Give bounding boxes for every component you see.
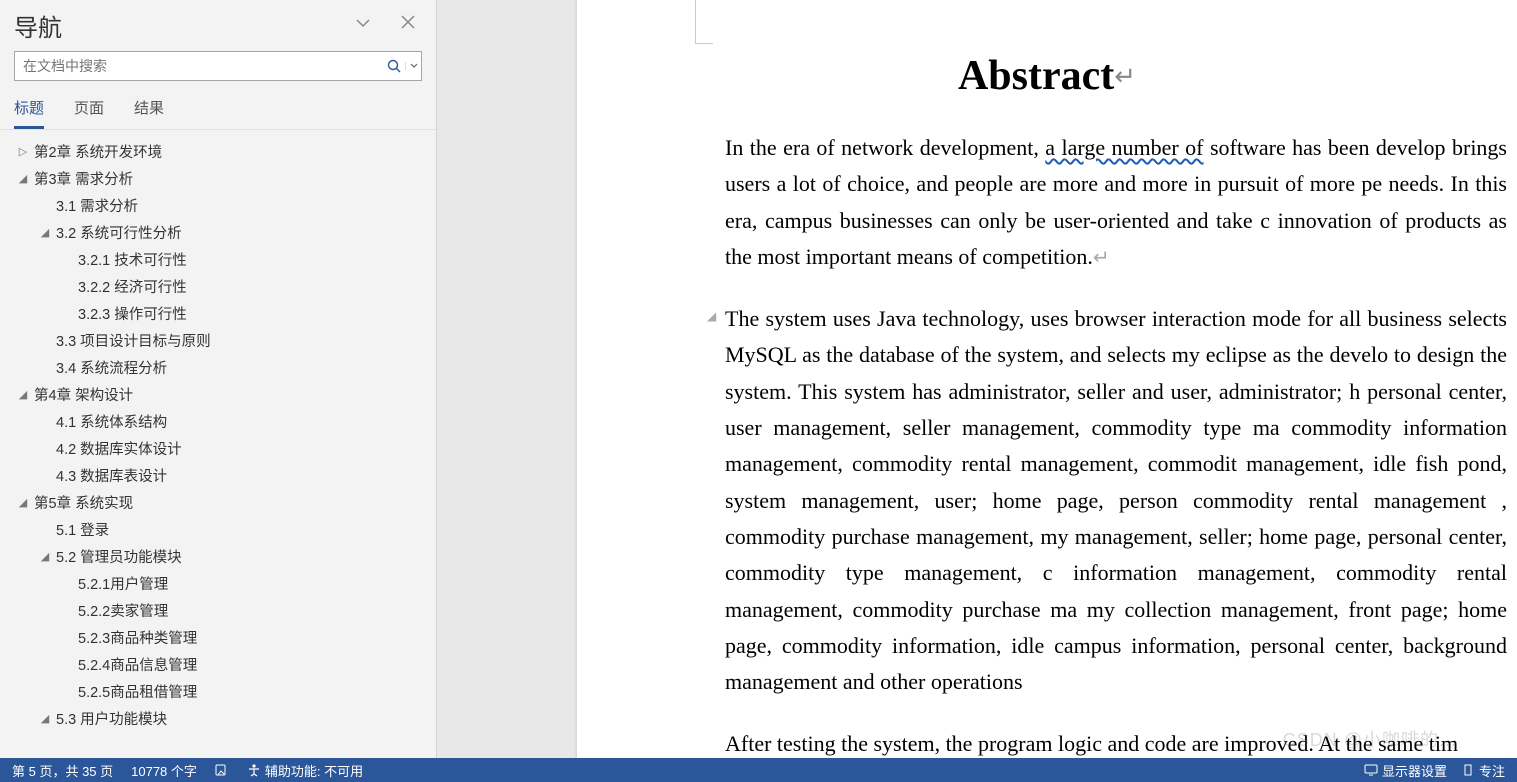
outline-item-label: 5.1 登录	[56, 519, 109, 540]
outline-item-label: 5.2.4商品信息管理	[78, 654, 197, 675]
tab-results[interactable]: 结果	[134, 97, 164, 129]
outline-item[interactable]: 3.1 需求分析	[6, 192, 436, 219]
outline-item[interactable]: 4.1 系统体系结构	[6, 408, 436, 435]
outline-item[interactable]: 5.1 登录	[6, 516, 436, 543]
outline-caret-icon: ◢	[707, 307, 716, 327]
word-count[interactable]: 10778 个字	[131, 761, 197, 780]
outline-item[interactable]: 5.2.2卖家管理	[6, 597, 436, 624]
caret-down-icon[interactable]: ◢	[38, 712, 52, 726]
paragraph-mark-icon: ↵	[1093, 247, 1110, 269]
status-bar: 第 5 页，共 35 页 10778 个字 辅助功能: 不可用 显示器设置 专注	[0, 758, 1517, 782]
outline-item[interactable]: ◢ 3.2 系统可行性分析	[6, 219, 436, 246]
outline-item-label: 5.2.2卖家管理	[78, 600, 168, 621]
outline-item-label: 3.1 需求分析	[56, 195, 138, 216]
paragraph: In the era of network development, a lar…	[725, 130, 1507, 275]
chevron-down-icon[interactable]	[354, 14, 372, 37]
focus-mode[interactable]: 专注	[1461, 761, 1505, 780]
outline-item[interactable]: 3.3 项目设计目标与原则	[6, 327, 436, 354]
outline-item[interactable]: 4.2 数据库实体设计	[6, 435, 436, 462]
caret-down-icon[interactable]: ◢	[38, 550, 52, 564]
outline-item-label: 3.2 系统可行性分析	[56, 222, 182, 243]
outline-item[interactable]: 5.2.5商品租借管理	[6, 678, 436, 705]
outline-item[interactable]: ◢ 第4章 架构设计	[6, 381, 436, 408]
outline-item-label: 4.2 数据库实体设计	[56, 438, 182, 459]
outline-item[interactable]: 3.2.1 技术可行性	[6, 246, 436, 273]
outline-item[interactable]: ◢ 第3章 需求分析	[6, 165, 436, 192]
outline-item[interactable]: 5.2.1用户管理	[6, 570, 436, 597]
search-input[interactable]	[15, 54, 383, 78]
outline-item-label: 4.3 数据库表设计	[56, 465, 167, 486]
outline-item-label: 5.2 管理员功能模块	[56, 546, 182, 567]
search-icon[interactable]	[383, 59, 405, 73]
display-settings[interactable]: 显示器设置	[1364, 761, 1447, 780]
outline-item-label: 第2章 系统开发环境	[34, 141, 162, 162]
outline-item[interactable]: ▷ 第2章 系统开发环境	[6, 138, 436, 165]
watermark: CSDN @小咖啡的...	[1283, 726, 1457, 752]
search-dropdown-icon[interactable]	[405, 62, 421, 70]
outline-item-label: 第3章 需求分析	[34, 168, 133, 189]
nav-title: 导航	[14, 8, 62, 43]
caret-down-icon[interactable]: ◢	[16, 172, 30, 186]
document-page: Abstract↵ In the era of network developm…	[577, 0, 1517, 782]
nav-tabs: 标题 页面 结果	[0, 91, 436, 130]
outline-item[interactable]: 5.2.4商品信息管理	[6, 651, 436, 678]
outline-item-label: 第5章 系统实现	[34, 492, 133, 513]
page-indicator[interactable]: 第 5 页，共 35 页	[12, 761, 113, 780]
caret-right-icon[interactable]: ▷	[16, 145, 30, 159]
outline-item-label: 5.3 用户功能模块	[56, 708, 167, 729]
grammar-underline[interactable]: a large number of	[1045, 135, 1203, 160]
outline-tree: ▷ 第2章 系统开发环境 ◢ 第3章 需求分析 3.1 需求分析 ◢ 3.2 系统可行性分析…	[0, 130, 436, 782]
outline-item-label: 3.4 系统流程分析	[56, 357, 167, 378]
outline-item[interactable]: 5.2.3商品种类管理	[6, 624, 436, 651]
heading-abstract: Abstract↵	[587, 0, 1507, 130]
document-area[interactable]: Abstract↵ In the era of network developm…	[437, 0, 1517, 782]
outline-item-label: 3.2.2 经济可行性	[78, 276, 187, 297]
outline-item[interactable]: 3.2.2 经济可行性	[6, 273, 436, 300]
close-icon[interactable]	[400, 14, 416, 37]
navigation-pane: 导航 标题 页面 结果 ▷ 第2章 系统开发环境 ◢ 第3章 需求分析 3.1 需求分析…	[0, 0, 437, 782]
accessibility-status[interactable]: 辅助功能: 不可用	[247, 761, 363, 780]
outline-item-label: 5.2.5商品租借管理	[78, 681, 197, 702]
spellcheck-icon[interactable]	[215, 763, 229, 777]
outline-item[interactable]: ◢ 5.3 用户功能模块	[6, 705, 436, 732]
caret-down-icon[interactable]: ◢	[16, 496, 30, 510]
search-box	[14, 51, 422, 81]
caret-down-icon[interactable]: ◢	[38, 226, 52, 240]
outline-item[interactable]: 3.4 系统流程分析	[6, 354, 436, 381]
outline-item[interactable]: 3.2.3 操作可行性	[6, 300, 436, 327]
outline-item-label: 5.2.3商品种类管理	[78, 627, 197, 648]
outline-item[interactable]: ◢ 5.2 管理员功能模块	[6, 543, 436, 570]
paragraph-mark-icon: ↵	[1114, 62, 1136, 91]
outline-item-label: 5.2.1用户管理	[78, 573, 168, 594]
nav-header: 导航	[0, 0, 436, 51]
tab-pages[interactable]: 页面	[74, 97, 104, 129]
tab-headings[interactable]: 标题	[14, 97, 44, 129]
caret-down-icon[interactable]: ◢	[16, 388, 30, 402]
outline-item-label: 第4章 架构设计	[34, 384, 133, 405]
outline-item-label: 3.3 项目设计目标与原则	[56, 330, 211, 351]
outline-item-label: 4.1 系统体系结构	[56, 411, 167, 432]
outline-item[interactable]: ◢ 第5章 系统实现	[6, 489, 436, 516]
paragraph: ◢ The system uses Java technology, uses …	[725, 301, 1507, 700]
outline-item-label: 3.2.1 技术可行性	[78, 249, 187, 270]
outline-item[interactable]: 4.3 数据库表设计	[6, 462, 436, 489]
outline-item-label: 3.2.3 操作可行性	[78, 303, 187, 324]
